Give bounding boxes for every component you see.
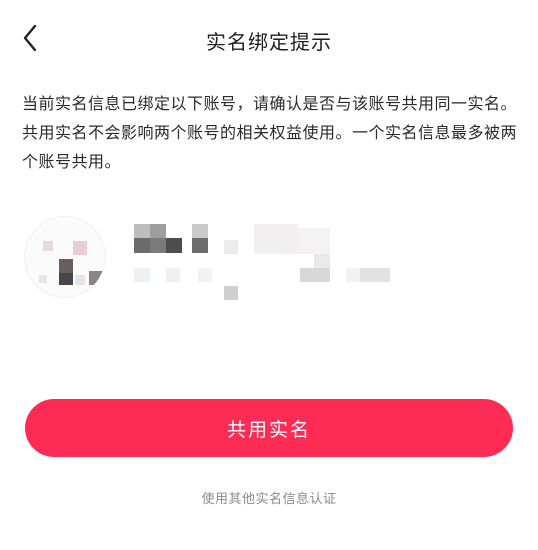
page-title: 实名绑定提示: [206, 30, 332, 54]
use-other-verification-link[interactable]: 使用其他实名信息认证: [0, 488, 538, 507]
bound-account-card: [22, 212, 518, 308]
share-verification-button[interactable]: 共用实名: [25, 399, 513, 457]
obscured-account-info: [22, 212, 518, 308]
notice-text: 当前实名信息已绑定以下账号，请确认是否与该账号共用同一实名。共用实名不会影响两个…: [22, 94, 518, 171]
header-bar: 实名绑定提示: [0, 0, 538, 78]
